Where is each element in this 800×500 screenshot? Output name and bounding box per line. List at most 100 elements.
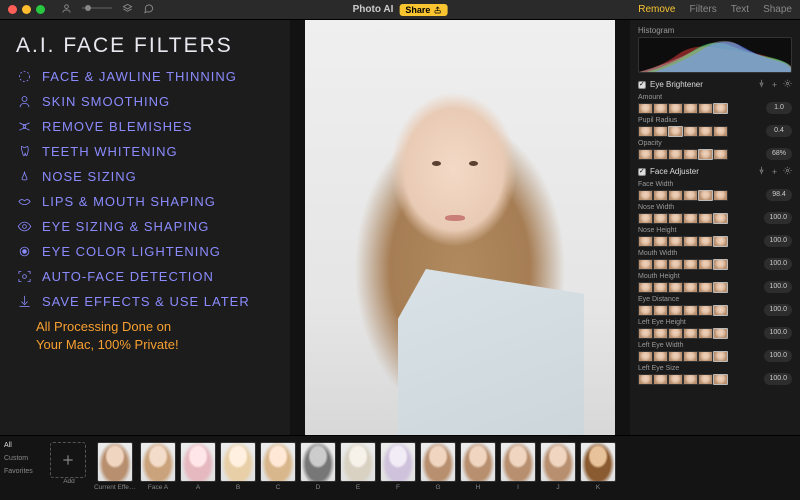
param-thumb[interactable] <box>713 213 728 224</box>
param-thumb[interactable] <box>713 149 728 160</box>
param-thumb[interactable] <box>653 213 668 224</box>
gear-icon[interactable] <box>783 79 792 90</box>
param-thumb-slider[interactable] <box>638 126 728 137</box>
param-value[interactable]: 100.0 <box>764 235 792 247</box>
param-value[interactable]: 100.0 <box>764 350 792 362</box>
preset-item[interactable]: F <box>380 442 416 498</box>
preset-thumb[interactable] <box>580 442 616 482</box>
preset-item[interactable]: B <box>220 442 256 498</box>
param-thumb[interactable] <box>683 103 698 114</box>
preset-item[interactable]: I <box>500 442 536 498</box>
mode-tab-remove[interactable]: Remove <box>638 4 675 15</box>
preset-item[interactable]: H <box>460 442 496 498</box>
param-thumb[interactable] <box>638 305 653 316</box>
param-thumb[interactable] <box>668 103 683 114</box>
param-thumb[interactable] <box>653 351 668 362</box>
preset-thumb[interactable] <box>180 442 216 482</box>
param-thumb[interactable] <box>683 282 698 293</box>
param-thumb-slider[interactable] <box>638 103 728 114</box>
param-thumb[interactable] <box>713 328 728 339</box>
chat-icon[interactable] <box>143 3 154 17</box>
param-thumb[interactable] <box>638 103 653 114</box>
param-thumb[interactable] <box>698 236 713 247</box>
panel-header[interactable]: Face Adjuster+ <box>638 166 792 177</box>
preset-category-all[interactable]: All <box>4 442 44 449</box>
preset-item[interactable]: K <box>580 442 616 498</box>
param-value[interactable]: 100.0 <box>764 327 792 339</box>
minimize-window-button[interactable] <box>22 5 31 14</box>
param-thumb[interactable] <box>638 351 653 362</box>
param-thumb[interactable] <box>698 149 713 160</box>
param-value[interactable]: 1.0 <box>766 102 792 114</box>
mode-tab-shape[interactable]: Shape <box>763 4 792 15</box>
preset-category-favorites[interactable]: Favorites <box>4 468 44 475</box>
preset-item[interactable]: C <box>260 442 296 498</box>
param-thumb[interactable] <box>653 259 668 270</box>
param-thumb[interactable] <box>698 351 713 362</box>
param-thumb[interactable] <box>638 149 653 160</box>
param-thumb[interactable] <box>713 236 728 247</box>
param-thumb[interactable] <box>698 374 713 385</box>
param-thumb[interactable] <box>638 282 653 293</box>
param-thumb[interactable] <box>713 374 728 385</box>
param-thumb[interactable] <box>638 213 653 224</box>
preset-thumb[interactable] <box>340 442 376 482</box>
param-thumb[interactable] <box>668 149 683 160</box>
user-icon[interactable] <box>61 3 72 17</box>
preset-item[interactable]: E <box>340 442 376 498</box>
pin-icon[interactable] <box>757 166 766 177</box>
param-thumb-slider[interactable] <box>638 213 728 224</box>
param-thumb[interactable] <box>653 190 668 201</box>
mode-tab-text[interactable]: Text <box>731 4 749 15</box>
param-thumb[interactable] <box>713 190 728 201</box>
gear-icon[interactable] <box>783 166 792 177</box>
param-thumb[interactable] <box>653 236 668 247</box>
param-thumb[interactable] <box>668 328 683 339</box>
param-value[interactable]: 100.0 <box>764 258 792 270</box>
param-thumb[interactable] <box>653 328 668 339</box>
param-thumb[interactable] <box>698 126 713 137</box>
param-thumb[interactable] <box>713 259 728 270</box>
param-thumb-slider[interactable] <box>638 259 728 270</box>
preset-item[interactable]: Face A <box>140 442 176 498</box>
preset-thumb[interactable] <box>260 442 296 482</box>
param-value[interactable]: 98.4 <box>766 189 792 201</box>
param-thumb[interactable] <box>683 126 698 137</box>
param-thumb[interactable] <box>683 213 698 224</box>
param-thumb[interactable] <box>638 259 653 270</box>
param-thumb[interactable] <box>683 305 698 316</box>
param-thumb[interactable] <box>653 374 668 385</box>
param-thumb[interactable] <box>653 149 668 160</box>
param-value[interactable]: 100.0 <box>764 281 792 293</box>
param-thumb[interactable] <box>683 190 698 201</box>
param-value[interactable]: 100.0 <box>764 373 792 385</box>
preset-thumb[interactable] <box>500 442 536 482</box>
param-thumb[interactable] <box>668 126 683 137</box>
add-icon[interactable]: + <box>770 167 779 177</box>
param-value[interactable]: 0.4 <box>766 125 792 137</box>
preset-thumb[interactable] <box>420 442 456 482</box>
param-thumb[interactable] <box>653 103 668 114</box>
preset-thumb[interactable] <box>97 442 133 482</box>
add-preset-button[interactable] <box>50 442 86 478</box>
param-thumb[interactable] <box>638 126 653 137</box>
panel-checkbox[interactable] <box>638 168 646 176</box>
param-thumb[interactable] <box>683 328 698 339</box>
param-thumb[interactable] <box>713 126 728 137</box>
param-thumb[interactable] <box>698 213 713 224</box>
param-thumb-slider[interactable] <box>638 305 728 316</box>
preset-category-custom[interactable]: Custom <box>4 455 44 462</box>
param-thumb[interactable] <box>668 236 683 247</box>
preset-item[interactable]: D <box>300 442 336 498</box>
param-thumb[interactable] <box>713 351 728 362</box>
param-thumb-slider[interactable] <box>638 374 728 385</box>
slider-icon[interactable] <box>82 4 112 15</box>
param-thumb[interactable] <box>668 213 683 224</box>
preset-item[interactable]: G <box>420 442 456 498</box>
preset-thumb[interactable] <box>540 442 576 482</box>
param-value[interactable]: 68% <box>766 148 792 160</box>
pin-icon[interactable] <box>757 79 766 90</box>
panel-header[interactable]: Eye Brightener+ <box>638 79 792 90</box>
share-button[interactable]: Share <box>399 4 447 16</box>
param-thumb[interactable] <box>698 103 713 114</box>
